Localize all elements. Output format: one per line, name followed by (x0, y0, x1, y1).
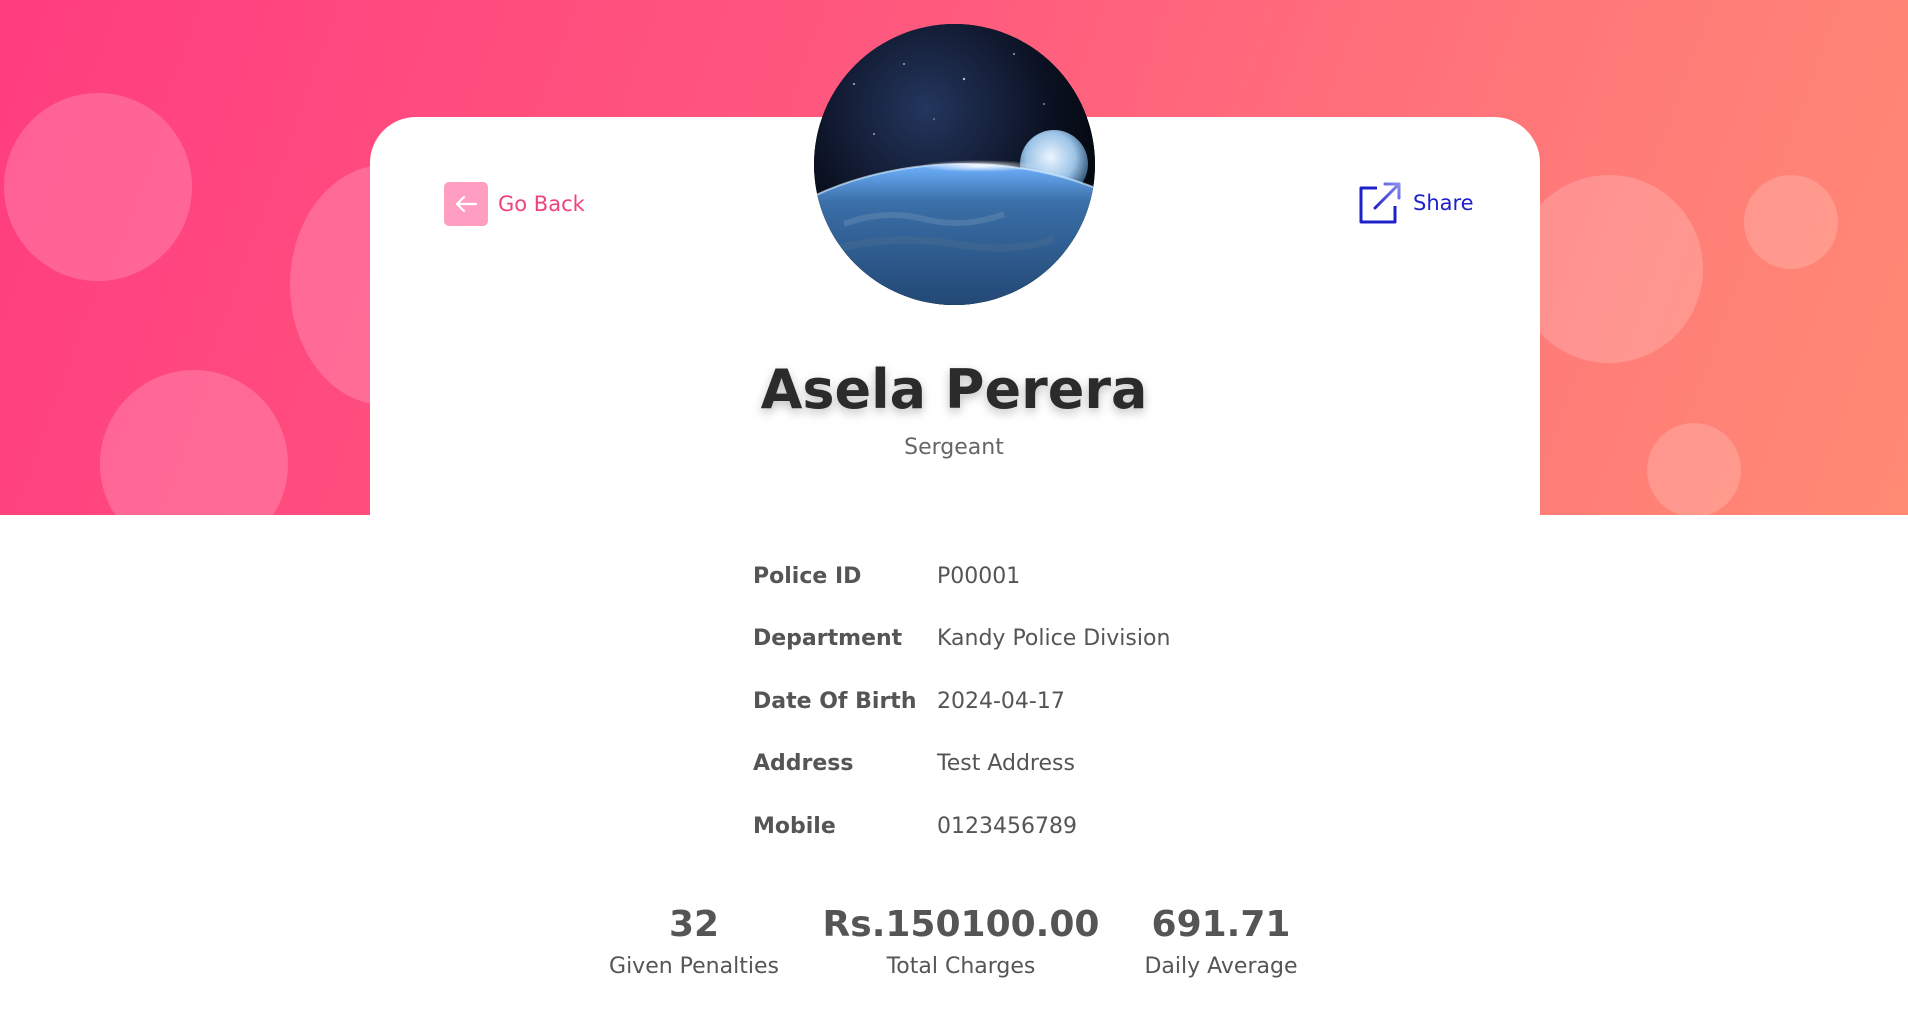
stat-value: 32 (668, 904, 720, 945)
decorative-bubble (1515, 175, 1703, 363)
detail-row-mobile: Mobile 0123456789 (753, 795, 1170, 858)
profile-rank: Sergeant (904, 435, 1004, 460)
go-back-label: Go Back (498, 192, 585, 216)
detail-label: Date Of Birth (753, 688, 917, 714)
detail-label: Police ID (753, 563, 862, 589)
detail-value: 0123456789 (937, 813, 1077, 839)
profile-name: Asela Perera (760, 358, 1148, 421)
decorative-bubble (4, 93, 192, 281)
detail-value: 2024-04-17 (937, 688, 1065, 714)
go-back-button[interactable]: Go Back (444, 182, 585, 226)
detail-value: Kandy Police Division (937, 626, 1171, 652)
share-label: Share (1413, 191, 1474, 215)
share-button[interactable]: Share (1357, 180, 1474, 226)
stat-daily-average: 691.71 Daily Average (1071, 900, 1371, 979)
detail-row-address: Address Test Address (753, 733, 1170, 796)
detail-row-department: Department Kandy Police Division (753, 608, 1170, 671)
details-list: Police ID P00001 Department Kandy Police… (753, 545, 1170, 858)
detail-value: P00001 (937, 563, 1021, 589)
stat-label: Given Penalties (609, 954, 779, 979)
profile-page: Go Back Share Asela Perera Sergeant Poli… (0, 0, 1908, 1029)
earth-from-space-image (814, 24, 1095, 305)
stat-total-charges: Rs.150100.00 Total Charges (811, 900, 1111, 979)
stat-value: 691.71 (1151, 904, 1291, 945)
external-share-icon (1359, 182, 1401, 224)
detail-label: Mobile (753, 813, 836, 839)
detail-row-police-id: Police ID P00001 (753, 545, 1170, 608)
stat-value: Rs.150100.00 (822, 904, 1100, 945)
stat-label: Daily Average (1144, 954, 1298, 979)
stat-given-penalties: 32 Given Penalties (544, 900, 844, 979)
profile-avatar (814, 24, 1095, 305)
stat-label: Total Charges (886, 954, 1036, 979)
arrow-left-icon (444, 182, 488, 226)
detail-label: Address (753, 751, 854, 777)
detail-row-date-of-birth: Date Of Birth 2024-04-17 (753, 670, 1170, 733)
decorative-bubble (1744, 175, 1838, 269)
detail-label: Department (753, 626, 903, 652)
detail-value: Test Address (937, 751, 1075, 777)
